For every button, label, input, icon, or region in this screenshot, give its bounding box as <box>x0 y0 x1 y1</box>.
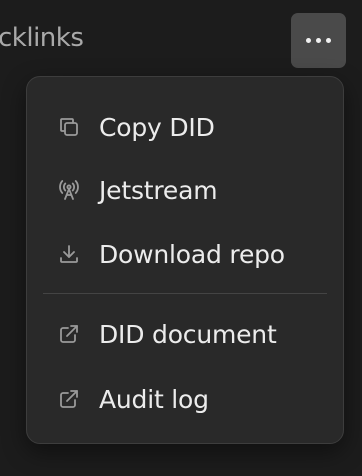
menu-divider <box>43 293 327 294</box>
external-link-icon <box>57 322 81 346</box>
menu-item-label: DID document <box>99 319 277 349</box>
menu-item-did-document[interactable]: DID document <box>27 306 343 362</box>
menu-item-label: Jetstream <box>99 175 218 205</box>
page: cklinks Copy DID Jetstream Download repo… <box>0 0 362 476</box>
menu-item-jetstream[interactable]: Jetstream <box>27 162 343 218</box>
dropdown-menu: Copy DID Jetstream Download repo DID doc… <box>26 76 344 444</box>
broadcast-icon <box>57 178 81 202</box>
external-link-icon <box>57 387 81 411</box>
copy-icon <box>57 115 81 139</box>
menu-item-audit-log[interactable]: Audit log <box>27 371 343 427</box>
menu-item-label: Download repo <box>99 239 285 269</box>
menu-item-label: Copy DID <box>99 112 215 142</box>
download-icon <box>57 242 81 266</box>
page-title: cklinks <box>0 23 84 53</box>
menu-item-download-repo[interactable]: Download repo <box>27 226 343 282</box>
more-options-button[interactable] <box>291 13 346 68</box>
menu-item-label: Audit log <box>99 384 209 414</box>
menu-item-copy-did[interactable]: Copy DID <box>27 99 343 155</box>
ellipsis-icon <box>306 38 331 43</box>
